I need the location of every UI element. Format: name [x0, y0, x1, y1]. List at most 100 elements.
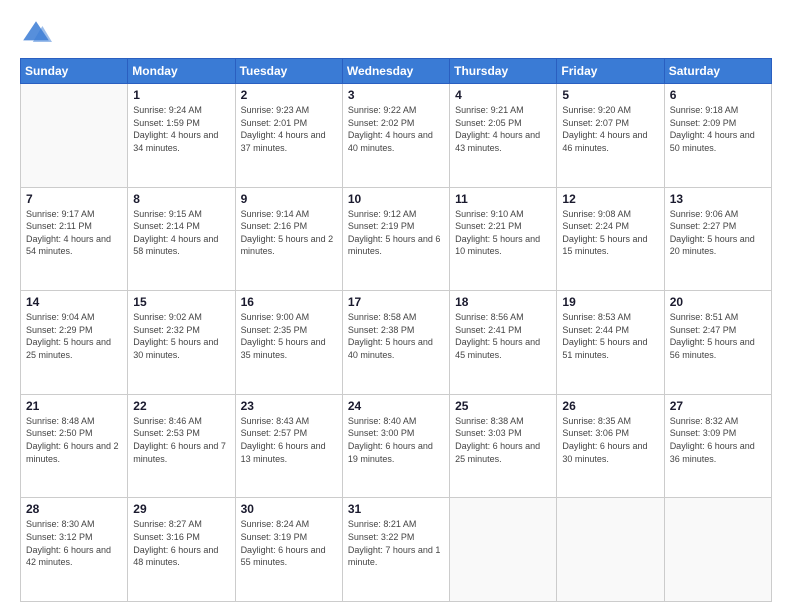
calendar-cell: 4Sunrise: 9:21 AMSunset: 2:05 PMDaylight…	[450, 84, 557, 188]
day-info: Sunrise: 8:30 AMSunset: 3:12 PMDaylight:…	[26, 518, 122, 568]
day-number: 2	[241, 88, 337, 102]
calendar-cell: 1Sunrise: 9:24 AMSunset: 1:59 PMDaylight…	[128, 84, 235, 188]
day-number: 4	[455, 88, 551, 102]
day-info: Sunrise: 8:53 AMSunset: 2:44 PMDaylight:…	[562, 311, 658, 361]
day-number: 7	[26, 192, 122, 206]
week-row-4: 21 Sunrise: 8:48 AMSunset: 2:50 PMDayligh…	[21, 394, 772, 498]
calendar-cell	[450, 498, 557, 602]
day-info: Sunrise: 8:27 AMSunset: 3:16 PMDaylight:…	[133, 518, 229, 568]
week-row-5: 28Sunrise: 8:30 AMSunset: 3:12 PMDayligh…	[21, 498, 772, 602]
day-info: Sunrise: 9:00 AMSunset: 2:35 PMDaylight:…	[241, 311, 337, 361]
day-info: Sunrise: 8:38 AMSunset: 3:03 PMDaylight:…	[455, 415, 551, 465]
day-number: 25	[455, 399, 551, 413]
day-number: 29	[133, 502, 229, 516]
calendar-cell: 10 Sunrise: 9:12 AMSunset: 2:19 PMDayligh…	[342, 187, 449, 291]
day-number: 24	[348, 399, 444, 413]
calendar-cell: 29 Sunrise: 8:27 AMSunset: 3:16 PMDayligh…	[128, 498, 235, 602]
day-number: 26	[562, 399, 658, 413]
day-info: Sunrise: 9:02 AMSunset: 2:32 PMDaylight:…	[133, 311, 229, 361]
calendar-cell: 30Sunrise: 8:24 AMSunset: 3:19 PMDayligh…	[235, 498, 342, 602]
day-info: Sunrise: 8:46 AMSunset: 2:53 PMDaylight:…	[133, 415, 229, 465]
day-number: 6	[670, 88, 766, 102]
calendar-cell: 15 Sunrise: 9:02 AMSunset: 2:32 PMDayligh…	[128, 291, 235, 395]
day-number: 11	[455, 192, 551, 206]
calendar-cell: 2 Sunrise: 9:23 AMSunset: 2:01 PMDaylight…	[235, 84, 342, 188]
calendar-cell: 27 Sunrise: 8:32 AMSunset: 3:09 PMDayligh…	[664, 394, 771, 498]
week-row-1: 1Sunrise: 9:24 AMSunset: 1:59 PMDaylight…	[21, 84, 772, 188]
calendar-cell: 23 Sunrise: 8:43 AMSunset: 2:57 PMDayligh…	[235, 394, 342, 498]
weekday-header-friday: Friday	[557, 59, 664, 84]
day-number: 8	[133, 192, 229, 206]
day-number: 31	[348, 502, 444, 516]
calendar-cell: 20 Sunrise: 8:51 AMSunset: 2:47 PMDayligh…	[664, 291, 771, 395]
day-info: Sunrise: 9:10 AMSunset: 2:21 PMDaylight:…	[455, 208, 551, 258]
day-number: 9	[241, 192, 337, 206]
calendar-cell: 21 Sunrise: 8:48 AMSunset: 2:50 PMDayligh…	[21, 394, 128, 498]
day-info: Sunrise: 8:21 AMSunset: 3:22 PMDaylight:…	[348, 518, 444, 568]
calendar-cell: 5Sunrise: 9:20 AMSunset: 2:07 PMDaylight…	[557, 84, 664, 188]
calendar-cell: 31 Sunrise: 8:21 AMSunset: 3:22 PMDayligh…	[342, 498, 449, 602]
day-number: 3	[348, 88, 444, 102]
weekday-header-sunday: Sunday	[21, 59, 128, 84]
day-info: Sunrise: 9:08 AMSunset: 2:24 PMDaylight:…	[562, 208, 658, 258]
logo	[20, 18, 58, 50]
calendar-header: SundayMondayTuesdayWednesdayThursdayFrid…	[21, 59, 772, 84]
calendar-cell: 22 Sunrise: 8:46 AMSunset: 2:53 PMDayligh…	[128, 394, 235, 498]
calendar-cell: 18Sunrise: 8:56 AMSunset: 2:41 PMDayligh…	[450, 291, 557, 395]
day-number: 15	[133, 295, 229, 309]
day-number: 23	[241, 399, 337, 413]
day-number: 13	[670, 192, 766, 206]
weekday-header-saturday: Saturday	[664, 59, 771, 84]
calendar-cell	[21, 84, 128, 188]
day-number: 22	[133, 399, 229, 413]
calendar-cell: 19Sunrise: 8:53 AMSunset: 2:44 PMDayligh…	[557, 291, 664, 395]
calendar-table: SundayMondayTuesdayWednesdayThursdayFrid…	[20, 58, 772, 602]
calendar-cell: 14 Sunrise: 9:04 AMSunset: 2:29 PMDayligh…	[21, 291, 128, 395]
calendar-cell: 16 Sunrise: 9:00 AMSunset: 2:35 PMDayligh…	[235, 291, 342, 395]
week-row-3: 14 Sunrise: 9:04 AMSunset: 2:29 PMDayligh…	[21, 291, 772, 395]
calendar-cell: 12 Sunrise: 9:08 AMSunset: 2:24 PMDayligh…	[557, 187, 664, 291]
day-number: 17	[348, 295, 444, 309]
day-number: 27	[670, 399, 766, 413]
calendar-cell: 11 Sunrise: 9:10 AMSunset: 2:21 PMDayligh…	[450, 187, 557, 291]
day-info: Sunrise: 8:40 AMSunset: 3:00 PMDaylight:…	[348, 415, 444, 465]
day-info: Sunrise: 9:18 AMSunset: 2:09 PMDaylight:…	[670, 104, 766, 154]
day-info: Sunrise: 8:43 AMSunset: 2:57 PMDaylight:…	[241, 415, 337, 465]
day-info: Sunrise: 9:23 AMSunset: 2:01 PMDaylight:…	[241, 104, 337, 154]
calendar-cell: 13 Sunrise: 9:06 AMSunset: 2:27 PMDayligh…	[664, 187, 771, 291]
day-number: 14	[26, 295, 122, 309]
calendar-cell: 8 Sunrise: 9:15 AMSunset: 2:14 PMDaylight…	[128, 187, 235, 291]
day-number: 21	[26, 399, 122, 413]
day-info: Sunrise: 9:14 AMSunset: 2:16 PMDaylight:…	[241, 208, 337, 258]
day-info: Sunrise: 9:04 AMSunset: 2:29 PMDaylight:…	[26, 311, 122, 361]
day-info: Sunrise: 8:48 AMSunset: 2:50 PMDaylight:…	[26, 415, 122, 465]
day-info: Sunrise: 9:06 AMSunset: 2:27 PMDaylight:…	[670, 208, 766, 258]
day-info: Sunrise: 9:22 AMSunset: 2:02 PMDaylight:…	[348, 104, 444, 154]
week-row-2: 7Sunrise: 9:17 AMSunset: 2:11 PMDaylight…	[21, 187, 772, 291]
calendar-cell: 25 Sunrise: 8:38 AMSunset: 3:03 PMDayligh…	[450, 394, 557, 498]
day-info: Sunrise: 8:32 AMSunset: 3:09 PMDaylight:…	[670, 415, 766, 465]
day-info: Sunrise: 9:15 AMSunset: 2:14 PMDaylight:…	[133, 208, 229, 258]
weekday-header-thursday: Thursday	[450, 59, 557, 84]
day-number: 5	[562, 88, 658, 102]
day-info: Sunrise: 9:12 AMSunset: 2:19 PMDaylight:…	[348, 208, 444, 258]
day-info: Sunrise: 8:56 AMSunset: 2:41 PMDaylight:…	[455, 311, 551, 361]
day-number: 20	[670, 295, 766, 309]
weekday-header-tuesday: Tuesday	[235, 59, 342, 84]
day-info: Sunrise: 8:24 AMSunset: 3:19 PMDaylight:…	[241, 518, 337, 568]
calendar-cell	[664, 498, 771, 602]
calendar-cell	[557, 498, 664, 602]
day-number: 1	[133, 88, 229, 102]
day-info: Sunrise: 8:58 AMSunset: 2:38 PMDaylight:…	[348, 311, 444, 361]
calendar-cell: 17 Sunrise: 8:58 AMSunset: 2:38 PMDayligh…	[342, 291, 449, 395]
day-info: Sunrise: 8:51 AMSunset: 2:47 PMDaylight:…	[670, 311, 766, 361]
day-number: 16	[241, 295, 337, 309]
logo-icon	[20, 18, 52, 50]
header	[20, 18, 772, 50]
calendar-cell: 7Sunrise: 9:17 AMSunset: 2:11 PMDaylight…	[21, 187, 128, 291]
day-number: 12	[562, 192, 658, 206]
weekday-header-monday: Monday	[128, 59, 235, 84]
calendar-body: 1Sunrise: 9:24 AMSunset: 1:59 PMDaylight…	[21, 84, 772, 602]
day-number: 10	[348, 192, 444, 206]
weekday-header-wednesday: Wednesday	[342, 59, 449, 84]
